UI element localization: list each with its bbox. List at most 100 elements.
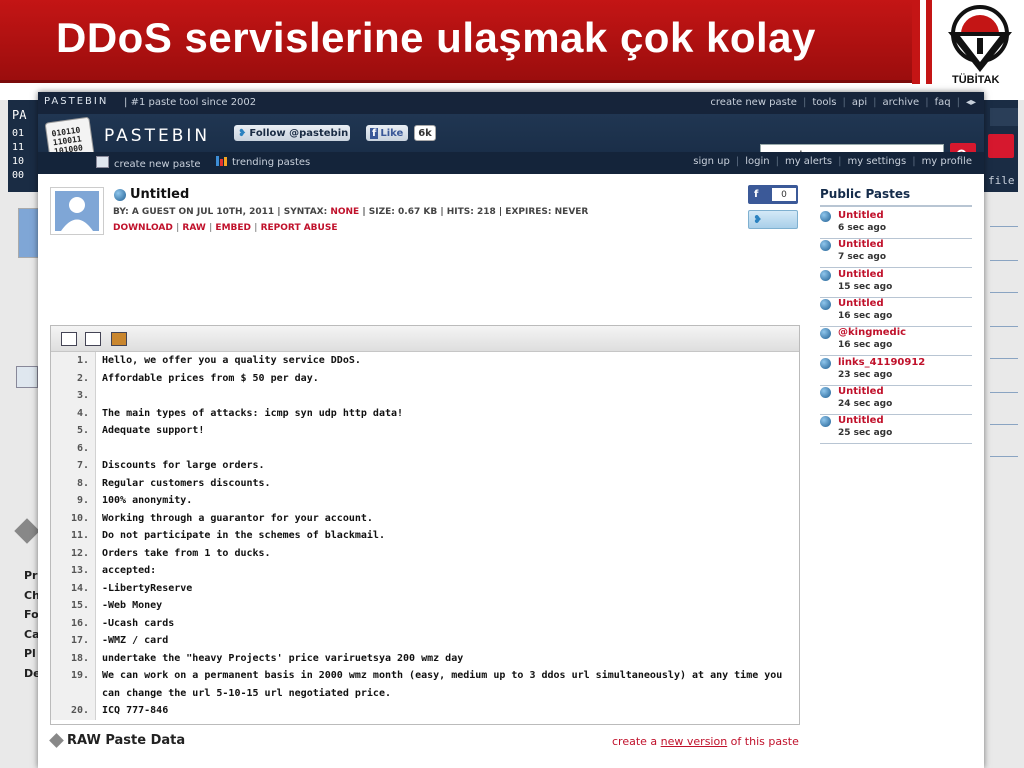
- code-line: 4. The main types of attacks: icmp syn ud…: [51, 404, 799, 422]
- background-tool: [16, 366, 38, 388]
- public-paste-time: 6 sec ago: [838, 223, 887, 233]
- paste-icon: [49, 733, 64, 748]
- background-fragment: 11: [12, 142, 25, 153]
- user-silhouette-icon: [55, 191, 99, 231]
- line-text: Regular customers discounts.: [102, 477, 271, 489]
- paste-actions: DOWNLOAD | RAW | EMBED | REPORT ABUSE: [113, 223, 338, 233]
- line-text: -LibertyReserve: [102, 582, 193, 594]
- line-text: Discounts for large orders.: [102, 460, 265, 471]
- login-link[interactable]: login: [745, 156, 769, 167]
- follow-button[interactable]: ❥ Follow @pastebin: [234, 125, 350, 141]
- line-text: The main types of attacks: icmp syn udp …: [102, 407, 404, 419]
- report-abuse-link[interactable]: REPORT ABUSE: [261, 223, 338, 233]
- line-number: 9.: [51, 492, 96, 510]
- public-paste-name[interactable]: Untitled: [838, 269, 884, 280]
- paste-title: Untitled: [114, 187, 189, 202]
- public-paste-name[interactable]: Untitled: [838, 298, 884, 309]
- background-fragment: file: [988, 174, 1015, 187]
- code-line: 2. Affordable prices from $ 50 per day.: [51, 369, 799, 387]
- code-box: 1. Hello, we offer you a quality service …: [50, 325, 800, 725]
- code-toolbar: [51, 326, 799, 352]
- public-paste-name[interactable]: Untitled: [838, 386, 884, 397]
- background-rule: [990, 292, 1018, 293]
- line-text: -Ucash cards: [102, 617, 175, 629]
- create-new-version: create a new version of this paste: [612, 735, 799, 748]
- brand-name[interactable]: PASTEBIN: [104, 126, 210, 146]
- line-text: accepted:: [102, 565, 157, 576]
- public-paste-time: 15 sec ago: [838, 281, 893, 292]
- my-alerts-link[interactable]: my alerts: [785, 156, 832, 167]
- download-link[interactable]: DOWNLOAD: [113, 223, 173, 233]
- public-paste-name[interactable]: Untitled: [838, 210, 884, 221]
- globe-icon: [820, 386, 831, 398]
- like-button[interactable]: f Like: [366, 125, 408, 141]
- top-nav-faq[interactable]: faq: [935, 97, 951, 108]
- slide-title-bar: DDoS servislerine ulaşmak çok kolay: [0, 0, 918, 83]
- public-paste-name[interactable]: @kingmedic: [838, 327, 906, 338]
- sign-up-link[interactable]: sign up: [693, 156, 730, 167]
- public-paste-item[interactable]: Untitled 25 sec ago: [820, 414, 972, 445]
- top-nav-create[interactable]: create new paste: [710, 97, 797, 108]
- arrows-icon[interactable]: ◂▸: [966, 97, 976, 108]
- paste-meta: BY: A GUEST ON JUL 10TH, 2011 | SYNTAX: …: [113, 207, 589, 217]
- top-nav-tools[interactable]: tools: [812, 97, 836, 108]
- public-paste-name[interactable]: links_41190912: [838, 357, 925, 368]
- code-line: 1. Hello, we offer you a quality service …: [51, 352, 799, 370]
- toggle-expand-icon[interactable]: [85, 332, 101, 346]
- line-number: 6.: [51, 439, 96, 457]
- line-text: Do not participate in the schemes of bla…: [102, 530, 385, 541]
- line-number: 5.: [51, 422, 96, 440]
- my-settings-link[interactable]: my settings: [847, 156, 906, 167]
- globe-icon: [820, 211, 831, 222]
- line-number: 18.: [51, 649, 96, 667]
- toggle-line-numbers-icon[interactable]: [61, 332, 77, 346]
- line-number: 14.: [51, 579, 96, 597]
- new-paste-icon: [96, 156, 109, 168]
- background-rule: [990, 226, 1018, 227]
- code-line: 5. Adequate support!: [51, 422, 799, 440]
- code-line: 7. Discounts for large orders.: [51, 457, 799, 475]
- background-avatar: [18, 208, 40, 258]
- public-paste-item[interactable]: Untitled 16 sec ago: [820, 297, 972, 327]
- raw-paste-heading: RAW Paste Data: [49, 733, 185, 748]
- trending-pastes-link[interactable]: trending pastes: [216, 156, 310, 168]
- new-version-link[interactable]: new version: [661, 735, 728, 748]
- globe-icon: [820, 357, 831, 369]
- background-rule: [990, 358, 1018, 359]
- twitter-share-button[interactable]: ❥: [748, 210, 798, 229]
- public-paste-time: 24 sec ago: [838, 398, 893, 409]
- embed-link[interactable]: EMBED: [215, 223, 251, 233]
- logo-text: TÜBİTAK: [952, 74, 1000, 86]
- my-profile-link[interactable]: my profile: [922, 156, 972, 167]
- line-number: 10.: [51, 509, 96, 527]
- background-nav: [990, 108, 1018, 126]
- public-paste-item[interactable]: Untitled 6 sec ago: [820, 209, 972, 239]
- public-paste-name[interactable]: Untitled: [838, 415, 884, 426]
- slide-title: DDoS servislerine ulaşmak çok kolay: [56, 14, 816, 61]
- public-paste-item[interactable]: Untitled 24 sec ago: [820, 385, 972, 415]
- line-number: 15.: [51, 597, 96, 615]
- public-paste-item[interactable]: Untitled 15 sec ago: [820, 268, 972, 298]
- top-nav-archive[interactable]: archive: [882, 97, 919, 108]
- public-paste-item[interactable]: Untitled 7 sec ago: [820, 238, 972, 269]
- public-paste-item[interactable]: links_41190912 23 sec ago: [820, 356, 972, 386]
- twitter-bird-icon: ❥: [238, 127, 247, 139]
- raw-link[interactable]: RAW: [182, 223, 205, 233]
- line-text: -Web Money: [102, 600, 163, 611]
- copy-icon[interactable]: [111, 332, 127, 346]
- public-paste-name[interactable]: Untitled: [838, 239, 884, 250]
- pastebin-window: PASTEBIN | #1 paste tool since 2002 crea…: [38, 92, 984, 768]
- top-nav: create new paste | tools | api | archive | f…: [710, 97, 976, 108]
- bar-chart-icon: [216, 156, 219, 166]
- public-paste-item[interactable]: @kingmedic 16 sec ago: [820, 326, 972, 357]
- top-nav-api[interactable]: api: [852, 97, 867, 108]
- title-stripe: [926, 0, 932, 84]
- create-paste-link[interactable]: create new paste: [96, 156, 201, 170]
- line-text: [96, 387, 799, 405]
- line-text: Hello, we offer you a quality service DD…: [102, 355, 361, 366]
- background-fragment: 10: [12, 156, 25, 167]
- line-number: 11.: [51, 527, 96, 545]
- globe-icon: [114, 188, 126, 201]
- code-line: 12. Orders take from 1 to ducks.: [51, 544, 799, 562]
- code-line: 18. undertake the "heavy Projects' price …: [51, 649, 799, 667]
